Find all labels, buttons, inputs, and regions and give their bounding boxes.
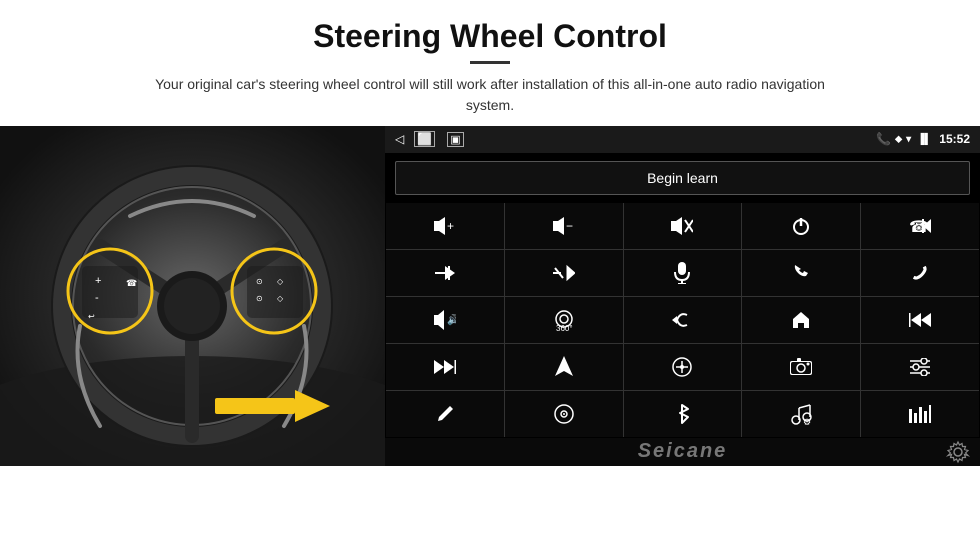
back-button[interactable]	[624, 297, 742, 343]
disc-icon	[554, 404, 574, 424]
navigate-button[interactable]	[505, 344, 623, 390]
mic-button[interactable]	[624, 250, 742, 296]
home-nav-icon[interactable]: ⬜	[414, 131, 435, 147]
android-panel: ◁ ⬜ ▣ 📞 ⬥ ▾ ▐▌ 15:52 Begin learn	[385, 126, 980, 466]
begin-learn-button[interactable]: Begin learn	[395, 161, 970, 195]
camera-button[interactable]	[742, 344, 860, 390]
home-button[interactable]	[742, 297, 860, 343]
settings-sliders-icon	[910, 358, 930, 376]
back-nav-icon[interactable]: ◁	[395, 132, 404, 146]
camera-icon	[790, 358, 812, 376]
music-icon: ⚙	[790, 403, 812, 425]
wifi-icon: ▾	[906, 134, 911, 145]
skip-back-icon	[909, 311, 931, 329]
shuffle-icon	[553, 264, 575, 282]
vol-up-icon: +	[434, 217, 456, 235]
shuffle-button[interactable]	[505, 250, 623, 296]
subtitle-text: Your original car's steering wheel contr…	[140, 74, 840, 116]
begin-learn-row: Begin learn	[385, 153, 980, 203]
hangup-icon	[909, 264, 931, 282]
svg-text:🔊: 🔊	[447, 313, 456, 326]
page-wrapper: Steering Wheel Control Your original car…	[0, 0, 980, 544]
header-section: Steering Wheel Control Your original car…	[0, 0, 980, 126]
phone-button[interactable]	[742, 250, 860, 296]
home-icon	[791, 310, 811, 330]
gear-icon[interactable]	[946, 440, 970, 464]
phone-status-icon: 📞	[876, 132, 891, 146]
time-display: 15:52	[939, 132, 970, 146]
recent-nav-icon[interactable]: ▣	[447, 132, 463, 147]
phone-icon	[791, 263, 811, 283]
svg-text:360°: 360°	[556, 324, 573, 331]
skip-fwd-icon	[434, 358, 456, 376]
next-icon	[435, 264, 455, 282]
nav-icons: ◁ ⬜ ▣	[395, 131, 464, 147]
content-area: + - ☎ ↩ ⊙ ◇ ⊙ ◇	[0, 126, 980, 544]
equalizer-icon	[909, 405, 931, 423]
signal-icon: ▐▌	[917, 134, 931, 145]
back-icon	[672, 310, 692, 330]
svg-text:◇: ◇	[277, 294, 284, 303]
svg-text:⊙: ⊙	[256, 277, 263, 286]
power-icon	[791, 216, 811, 236]
page-title: Steering Wheel Control	[40, 18, 940, 55]
power-button[interactable]	[742, 203, 860, 249]
speaker-icon: 🔊	[434, 310, 456, 330]
speaker-button[interactable]: 🔊	[386, 297, 504, 343]
cam360-button[interactable]: 360°	[505, 297, 623, 343]
bottom-bar: Seicane	[385, 438, 980, 466]
steering-wheel-image: + - ☎ ↩ ⊙ ◇ ⊙ ◇	[0, 126, 385, 466]
disc-button[interactable]	[505, 391, 623, 437]
status-bar-right: 📞 ⬥ ▾ ▐▌ 15:52	[876, 132, 970, 146]
equalizer-button[interactable]	[861, 391, 979, 437]
status-bar: ◁ ⬜ ▣ 📞 ⬥ ▾ ▐▌ 15:52	[385, 126, 980, 153]
controls-grid: + −	[386, 203, 979, 437]
next-button[interactable]	[386, 250, 504, 296]
mic-icon	[673, 262, 691, 284]
svg-text:+: +	[95, 275, 101, 287]
bluetooth-button[interactable]	[624, 391, 742, 437]
svg-text:+: +	[447, 219, 454, 233]
music-button[interactable]: ⚙	[742, 391, 860, 437]
bluetooth-icon	[674, 403, 690, 425]
navigate-icon	[555, 356, 573, 378]
settings-sliders-button[interactable]	[861, 344, 979, 390]
prev-track-icon: ☎	[909, 217, 931, 235]
skip-back-button[interactable]	[861, 297, 979, 343]
mute-icon	[671, 217, 693, 235]
skip-fwd-button[interactable]	[386, 344, 504, 390]
svg-text:⚙: ⚙	[803, 417, 811, 425]
hangup-button[interactable]	[861, 250, 979, 296]
vol-down-icon: −	[553, 217, 575, 235]
cam360-icon: 360°	[552, 309, 576, 331]
seicane-logo: Seicane	[587, 440, 779, 463]
vol-up-button[interactable]: +	[386, 203, 504, 249]
svg-text:☎: ☎	[126, 278, 137, 288]
mute-button[interactable]	[624, 203, 742, 249]
svg-text:−: −	[566, 219, 573, 233]
vol-down-button[interactable]: −	[505, 203, 623, 249]
location-icon: ⬥	[895, 134, 902, 145]
svg-text:◇: ◇	[277, 277, 284, 286]
title-divider	[470, 61, 510, 64]
pen-button[interactable]	[386, 391, 504, 437]
svg-text:↩: ↩	[88, 312, 95, 321]
svg-text:-: -	[95, 292, 99, 304]
eq-button[interactable]	[624, 344, 742, 390]
pen-icon	[435, 404, 455, 424]
steering-wheel-svg: + - ☎ ↩ ⊙ ◇ ⊙ ◇	[0, 126, 385, 466]
svg-text:⊙: ⊙	[256, 294, 263, 303]
prev-track-button[interactable]: ☎	[861, 203, 979, 249]
eq-icon	[672, 357, 692, 377]
